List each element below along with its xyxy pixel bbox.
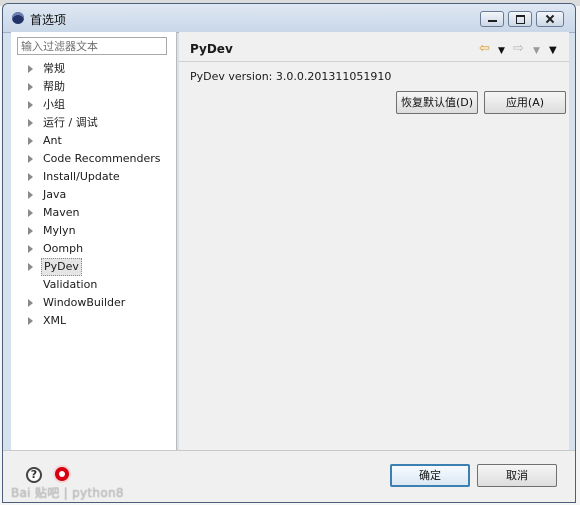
- tree-item-run-debug[interactable]: 运行 / 调试: [11, 114, 177, 132]
- filter-input[interactable]: [17, 37, 167, 55]
- expand-arrow-icon[interactable]: [28, 173, 33, 181]
- tree-item-label: 帮助: [43, 80, 65, 93]
- expand-arrow-icon[interactable]: [28, 137, 33, 145]
- version-text: PyDev version: 3.0.0.201311051910: [190, 70, 392, 83]
- tree-item-label: PyDev: [41, 258, 82, 276]
- preference-page: PyDev ⇦ ▼ ⇨ ▼ ▼ PyDev version: 3.0.0.201…: [179, 32, 569, 450]
- close-icon: [537, 12, 563, 26]
- expand-arrow-icon[interactable]: [28, 263, 33, 271]
- expand-arrow-icon[interactable]: [28, 227, 33, 235]
- expand-arrow-icon[interactable]: [28, 209, 33, 217]
- expand-arrow-icon[interactable]: [28, 317, 33, 325]
- expand-arrow-icon[interactable]: [28, 245, 33, 253]
- watermark: Bai 贴吧 | python8: [11, 486, 124, 500]
- tree-item-label: Validation: [43, 278, 98, 291]
- ok-button[interactable]: 确定: [390, 464, 470, 487]
- tree-item-help[interactable]: 帮助: [11, 78, 177, 96]
- maximize-icon: [509, 12, 531, 26]
- expand-arrow-icon[interactable]: [28, 101, 33, 109]
- window-title: 首选项: [30, 13, 67, 27]
- tree-item-maven[interactable]: Maven: [11, 204, 177, 222]
- help-icon[interactable]: ?: [26, 467, 42, 483]
- expand-arrow-icon[interactable]: [28, 83, 33, 91]
- title-bar: 首选项: [3, 4, 575, 33]
- record-icon[interactable]: [53, 465, 71, 483]
- tree-item-ant[interactable]: Ant: [11, 132, 177, 150]
- tree-item-label: Java: [43, 188, 67, 201]
- cancel-button[interactable]: 取消: [477, 464, 557, 487]
- expand-arrow-icon[interactable]: [28, 191, 33, 199]
- tree-item-label: Mylyn: [43, 224, 76, 237]
- back-dropdown-icon[interactable]: ▼: [498, 44, 505, 58]
- restore-defaults-button[interactable]: 恢复默认值(D): [396, 91, 478, 114]
- tree-item-code-recommenders[interactable]: Code Recommenders: [11, 150, 177, 168]
- tree-item-label: 运行 / 调试: [43, 116, 98, 129]
- tree-item-label: Ant: [43, 134, 62, 147]
- tree-item-validation[interactable]: Validation: [11, 276, 177, 294]
- tree-item-xml[interactable]: XML: [11, 312, 177, 330]
- tree-item-oomph[interactable]: Oomph: [11, 240, 177, 258]
- tree-item-label: Code Recommenders: [43, 152, 161, 165]
- eclipse-icon: [12, 12, 24, 24]
- expand-arrow-icon[interactable]: [28, 119, 33, 127]
- tree-item-label: Install/Update: [43, 170, 120, 183]
- minimize-button[interactable]: [480, 11, 504, 27]
- page-title: PyDev: [190, 42, 233, 56]
- preferences-tree-pane: 常规 帮助 小组 运行 / 调试 Ant Code Recommenders I…: [11, 32, 177, 450]
- dialog-footer: ? 确定 取消 Bai 贴吧 | python8: [3, 450, 575, 502]
- maximize-button[interactable]: [508, 11, 532, 27]
- tree-item-label: WindowBuilder: [43, 296, 126, 309]
- preferences-tree: 常规 帮助 小组 运行 / 调试 Ant Code Recommenders I…: [11, 60, 177, 330]
- back-arrow-icon[interactable]: ⇦: [479, 42, 490, 56]
- tree-item-label: Oomph: [43, 242, 84, 255]
- tree-item-general[interactable]: 常规: [11, 60, 177, 78]
- expand-arrow-icon[interactable]: [28, 299, 33, 307]
- tree-item-team[interactable]: 小组: [11, 96, 177, 114]
- tree-item-java[interactable]: Java: [11, 186, 177, 204]
- tree-item-label: 小组: [43, 98, 65, 111]
- tree-item-pydev[interactable]: PyDev: [11, 258, 177, 276]
- view-menu-icon[interactable]: ▼: [549, 44, 557, 58]
- close-button[interactable]: [536, 11, 564, 27]
- tree-item-label: XML: [43, 314, 67, 327]
- tree-item-label: Maven: [43, 206, 80, 219]
- expand-arrow-icon[interactable]: [28, 155, 33, 163]
- tree-item-install-update[interactable]: Install/Update: [11, 168, 177, 186]
- tree-item-windowbuilder[interactable]: WindowBuilder: [11, 294, 177, 312]
- apply-button[interactable]: 应用(A): [484, 91, 566, 114]
- tree-item-mylyn[interactable]: Mylyn: [11, 222, 177, 240]
- forward-dropdown-icon[interactable]: ▼: [533, 44, 540, 58]
- header-divider: [179, 61, 569, 62]
- forward-arrow-icon[interactable]: ⇨: [513, 42, 524, 56]
- tree-item-label: 常规: [43, 62, 65, 75]
- footer-divider: [3, 450, 575, 451]
- preferences-dialog: 首选项 常规 帮助 小组 运行 / 调试 Ant Code Recommende…: [2, 3, 576, 503]
- expand-arrow-icon[interactable]: [28, 65, 33, 73]
- minimize-icon: [481, 12, 503, 26]
